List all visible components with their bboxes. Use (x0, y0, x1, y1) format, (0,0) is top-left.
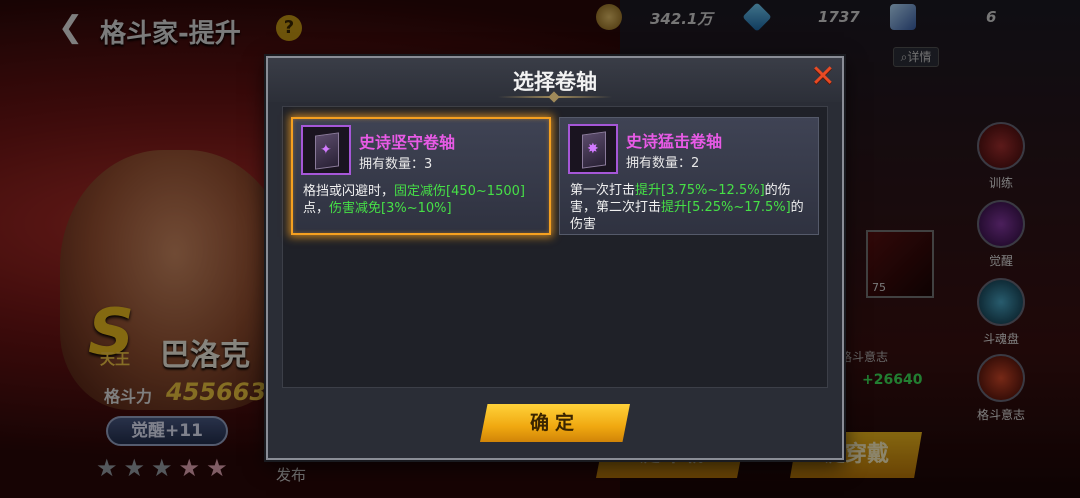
scroll-owned: 拥有数量：3 (359, 157, 433, 172)
scroll-card-guard[interactable]: ✦ 史诗坚守卷轴 拥有数量：3 格挡或闪避时，固定减伤[450~1500]点，伤… (291, 117, 551, 235)
scroll-name: 史诗猛击卷轴 (626, 132, 723, 151)
scroll-card-strike[interactable]: ✸ 史诗猛击卷轴 拥有数量：2 第一次打击提升[3.75%~12.5%]的伤害，… (559, 117, 819, 235)
scroll-owned: 拥有数量：2 (626, 156, 700, 171)
title-ornament (498, 96, 612, 98)
scroll-list: ✦ 史诗坚守卷轴 拥有数量：3 格挡或闪避时，固定减伤[450~1500]点，伤… (282, 106, 828, 388)
scroll-description: 格挡或闪避时，固定减伤[450~1500]点，伤害减免[3%~10%] (303, 184, 525, 216)
scroll-book-icon: ✦ (301, 125, 351, 175)
scroll-book-icon: ✸ (568, 124, 618, 174)
dialog-header: 选择卷轴 ✕ (268, 58, 842, 102)
scroll-description: 第一次打击提升[3.75%~12.5%]的伤害，第二次打击提升[5.25%~17… (570, 183, 804, 232)
select-scroll-dialog: 选择卷轴 ✕ ✦ 史诗坚守卷轴 拥有数量：3 格挡或闪避时，固定减伤[450~1… (266, 56, 844, 460)
close-icon[interactable]: ✕ (808, 62, 838, 92)
scroll-name: 史诗坚守卷轴 (359, 133, 456, 152)
confirm-button[interactable]: 确定 (480, 404, 630, 442)
